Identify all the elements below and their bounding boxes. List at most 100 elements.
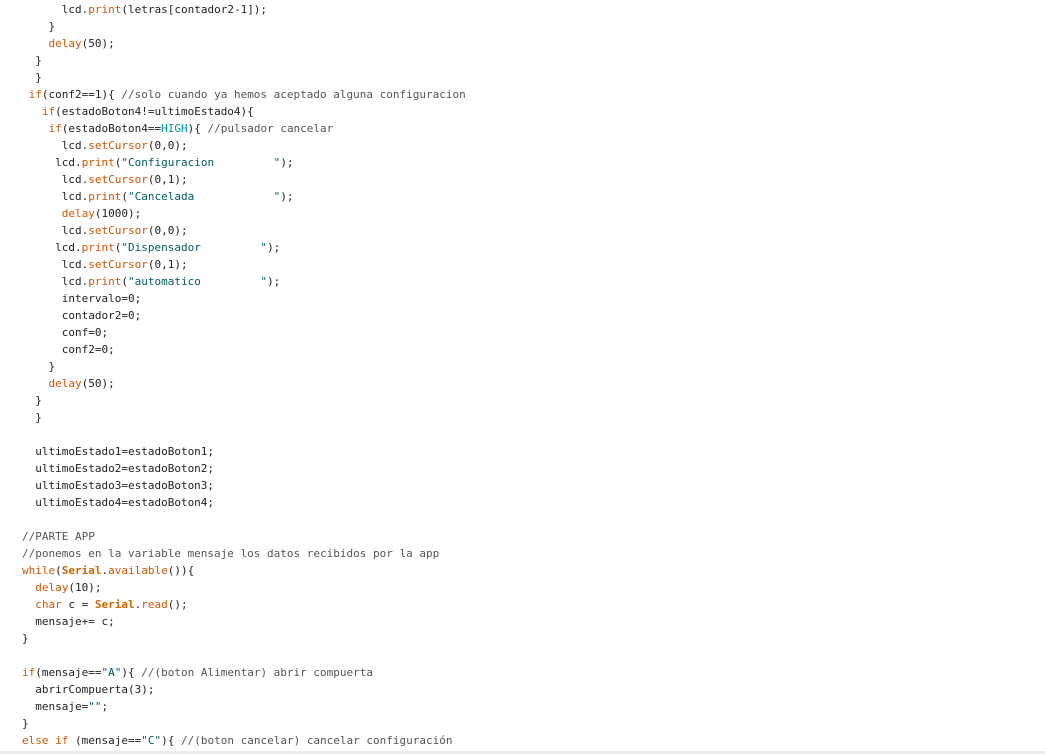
code-keyword: print xyxy=(81,241,115,254)
code-string: "C" xyxy=(141,734,162,747)
code-line: } xyxy=(22,358,466,375)
code-line: if(conf2==1){ //solo cuando ya hemos ace… xyxy=(22,86,466,103)
code-line: lcd.print(letras[contador2-1]); xyxy=(22,1,466,18)
code-text: c = xyxy=(61,598,95,611)
code-line: lcd.print("Cancelada "); xyxy=(22,188,466,205)
code-line: } xyxy=(22,392,466,409)
code-text: lcd. xyxy=(22,173,89,186)
code-line: ultimoEstado3=estadoBoton3; xyxy=(22,477,466,494)
code-text: (10); xyxy=(68,581,102,594)
code-line: intervalo=0; xyxy=(22,290,466,307)
code-text: (estadoBoton4== xyxy=(61,122,162,135)
code-keyword: if xyxy=(55,734,69,747)
code-text: } xyxy=(22,20,56,33)
code-keyword: delay xyxy=(35,581,69,594)
code-keyword: setCursor xyxy=(88,224,148,237)
code-line: if(mensaje=="A"){ //(boton Alimentar) ab… xyxy=(22,664,466,681)
code-text: (0,0); xyxy=(147,224,188,237)
code-line: ultimoEstado4=estadoBoton4; xyxy=(22,494,466,511)
code-line: delay(50); xyxy=(22,375,466,392)
code-text: (1000); xyxy=(94,207,142,220)
code-keyword: print xyxy=(88,3,122,16)
code-text: ultimoEstado4=estadoBoton4; xyxy=(22,496,215,509)
code-text: ); xyxy=(267,275,281,288)
code-comment: //(boton Alimentar) abrir compuerta xyxy=(141,666,374,679)
code-line: } xyxy=(22,715,466,732)
code-keyword: setCursor xyxy=(88,258,148,271)
code-string: "Cancelada " xyxy=(127,190,281,203)
code-text: lcd. xyxy=(22,156,82,169)
code-text: intervalo=0; xyxy=(22,292,142,305)
code-line: ultimoEstado1=estadoBoton1; xyxy=(22,443,466,460)
code-line: } xyxy=(22,52,466,69)
code-keyword: read xyxy=(141,598,168,611)
code-line: conf=0; xyxy=(22,324,466,341)
code-keyword: delay xyxy=(48,377,82,390)
code-comment: //PARTE APP xyxy=(22,530,95,543)
code-class-name: Serial xyxy=(61,564,102,577)
code-class-name: Serial xyxy=(94,598,135,611)
code-line: delay(10); xyxy=(22,579,466,596)
code-line: delay(1000); xyxy=(22,205,466,222)
code-text: ); xyxy=(280,156,294,169)
code-line: ultimoEstado2=estadoBoton2; xyxy=(22,460,466,477)
code-keyword: char xyxy=(35,598,62,611)
code-comment: //solo cuando ya hemos aceptado alguna c… xyxy=(121,88,466,101)
code-text: } xyxy=(22,54,42,67)
code-editor[interactable]: lcd.print(letras[contador2-1]); } delay(… xyxy=(0,0,1045,754)
code-line: } xyxy=(22,69,466,86)
code-text: } xyxy=(22,71,42,84)
code-string: "Dispensador " xyxy=(121,241,268,254)
code-text: ultimoEstado3=estadoBoton3; xyxy=(22,479,215,492)
code-keyword: else xyxy=(22,734,49,747)
code-keyword: available xyxy=(108,564,168,577)
code-string: "" xyxy=(88,700,102,713)
code-keyword: print xyxy=(88,190,122,203)
code-line: if(estadoBoton4==HIGH){ //pulsador cance… xyxy=(22,120,466,137)
code-line: } xyxy=(22,630,466,647)
code-text: ); xyxy=(267,241,281,254)
code-text: ultimoEstado2=estadoBoton2; xyxy=(22,462,215,475)
code-comment: //pulsador cancelar xyxy=(207,122,334,135)
code-keyword: print xyxy=(81,156,115,169)
code-text: (0,1); xyxy=(147,173,188,186)
code-keyword: print xyxy=(88,275,122,288)
code-text: (mensaje== xyxy=(68,734,142,747)
code-line: lcd.print("Configuracion "); xyxy=(22,154,466,171)
code-line: } xyxy=(22,409,466,426)
code-text: ( xyxy=(55,564,62,577)
code-text: ultimoEstado1=estadoBoton1; xyxy=(22,445,215,458)
code-line: delay(50); xyxy=(22,35,466,52)
code-text: lcd. xyxy=(22,139,89,152)
code-line: } xyxy=(22,18,466,35)
code-text: ){ xyxy=(121,666,142,679)
code-area[interactable]: lcd.print(letras[contador2-1]); } delay(… xyxy=(22,1,466,749)
code-text: abrirCompuerta(3); xyxy=(22,683,155,696)
code-keyword: if xyxy=(48,122,62,135)
code-text: lcd. xyxy=(22,190,89,203)
code-text: } xyxy=(22,411,42,424)
code-text: (letras[contador2-1]); xyxy=(121,3,268,16)
code-text: (50); xyxy=(81,37,115,50)
code-keyword: delay xyxy=(61,207,95,220)
code-line: lcd.setCursor(0,1); xyxy=(22,256,466,273)
code-line: lcd.setCursor(0,0); xyxy=(22,222,466,239)
code-string: "Configuracion " xyxy=(121,156,281,169)
code-string: "automatico " xyxy=(127,275,268,288)
code-text: ()){ xyxy=(167,564,195,577)
code-text: ){ xyxy=(187,122,208,135)
code-text: } xyxy=(22,394,42,407)
code-text: conf2=0; xyxy=(22,343,115,356)
code-text: } xyxy=(22,632,29,645)
code-text: } xyxy=(22,360,56,373)
code-text: (); xyxy=(167,598,188,611)
code-line: char c = Serial.read(); xyxy=(22,596,466,613)
code-keyword: setCursor xyxy=(88,139,148,152)
